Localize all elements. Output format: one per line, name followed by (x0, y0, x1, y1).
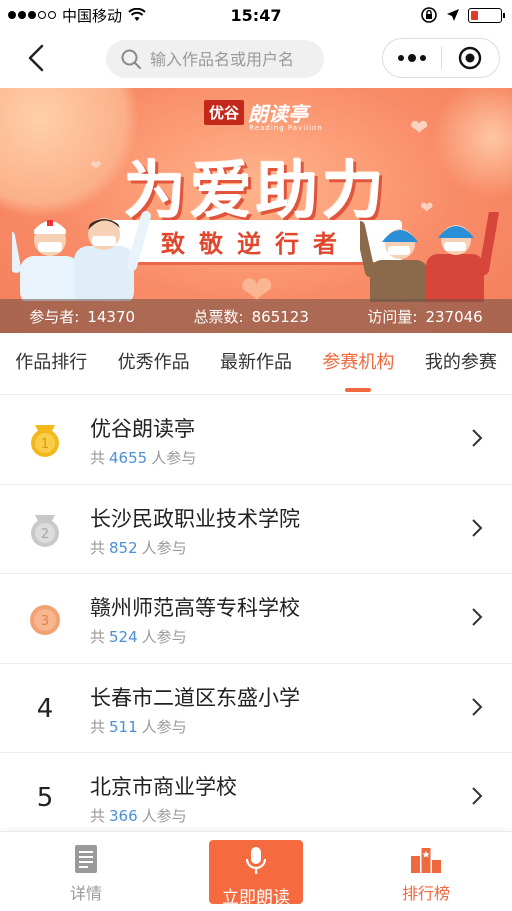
ranking-button[interactable]: 排行榜 (376, 844, 476, 904)
organization-row[interactable]: 1 优谷朗读亭 共 4655 人参与 (0, 395, 512, 485)
count-suffix: 人参与 (141, 538, 187, 557)
rank-number: 5 (36, 783, 54, 813)
campaign-banner[interactable]: ❤ ❤ ❤ ❤ 优谷 朗读亭 Reading Pavilion 为爱助力 致敬逆… (0, 88, 512, 333)
battery-icon (468, 7, 505, 23)
organization-row[interactable]: 3 赣州师范高等专科学校 共 524 人参与 (0, 574, 512, 664)
tab-participating-orgs[interactable]: 参赛机构 (307, 333, 409, 394)
chevron-right-icon (472, 429, 483, 447)
count-number: 366 (109, 807, 138, 825)
count-suffix: 人参与 (141, 717, 187, 736)
tab-bar: 作品排行 优秀作品 最新作品 参赛机构 我的参赛 (0, 333, 512, 395)
organization-row[interactable]: 4 长春市二道区东盛小学 共 511 人参与 (0, 664, 512, 753)
worker-illustration (360, 212, 499, 302)
search-icon (121, 49, 141, 69)
chevron-right-icon (472, 518, 483, 537)
participant-count: 共 366 人参与 (90, 805, 187, 826)
organization-name: 优谷朗读亭 (90, 417, 195, 441)
count-suffix: 人参与 (151, 449, 197, 467)
brand-logo: 优谷 朗读亭 Reading Pavilion (0, 98, 512, 132)
chevron-right-icon (472, 697, 483, 716)
target-close-icon (459, 46, 482, 70)
brand-subtitle: Reading Pavilion (249, 124, 323, 132)
stat-label: 参与者: (29, 307, 80, 326)
record-now-label: 立即朗读 (222, 888, 290, 908)
tab-work-ranking[interactable]: 作品排行 (0, 333, 102, 394)
organization-name: 赣州师范高等专科学校 (90, 596, 300, 620)
stat-label: 总票数: (193, 307, 244, 326)
stat-votes: 总票数: 865123 (194, 306, 309, 327)
organization-list: 1 优谷朗读亭 共 4655 人参与 2 长沙民政职业技术学院 共 852 人参与 3 … (0, 395, 512, 843)
stat-value: 14370 (87, 307, 136, 326)
count-prefix: 共 (90, 717, 106, 736)
search-bar[interactable] (106, 40, 324, 78)
doctor-illustration (12, 211, 151, 301)
search-input[interactable] (150, 49, 310, 69)
stat-participants: 参与者: 14370 (29, 306, 135, 327)
count-prefix: 共 (90, 628, 106, 646)
bronze-medal-icon: 3 (30, 605, 60, 635)
count-number: 511 (109, 717, 138, 736)
details-label: 详情 (69, 884, 102, 903)
tab-excellent-works[interactable]: 优秀作品 (102, 333, 204, 394)
count-prefix: 共 (90, 807, 106, 825)
count-prefix: 共 (90, 538, 106, 557)
organization-row[interactable]: 2 长沙民政职业技术学院 共 852 人参与 (0, 485, 512, 574)
medal-rank: 3 (41, 614, 49, 629)
nav-bar (0, 30, 512, 88)
participant-count: 共 852 人参与 (90, 537, 187, 558)
gold-medal-icon: 1 (31, 425, 59, 457)
medal-rank: 2 (41, 527, 49, 542)
close-miniprogram-button[interactable] (442, 39, 500, 77)
stat-visits: 访问量: 237046 (367, 306, 482, 327)
count-prefix: 共 (90, 449, 106, 467)
brand-name: 朗读亭 (248, 102, 308, 126)
stat-value: 237046 (425, 307, 483, 326)
participant-count: 共 524 人参与 (90, 626, 187, 647)
document-icon (75, 845, 97, 873)
brand-tag: 优谷 (203, 100, 244, 125)
silver-medal-icon: 2 (31, 514, 59, 547)
ranking-label: 排行榜 (401, 884, 450, 903)
count-number: 852 (109, 538, 138, 557)
medal-rank: 1 (41, 437, 49, 452)
bottom-action-bar: 详情 立即朗读 排行榜 (0, 831, 512, 911)
location-icon (447, 9, 459, 21)
participant-count: 共 511 人参与 (90, 716, 187, 737)
count-number: 524 (109, 628, 138, 646)
miniprogram-capsule (382, 38, 500, 78)
microphone-icon (245, 847, 267, 874)
details-button[interactable]: 详情 (36, 844, 136, 904)
rank-number: 4 (36, 693, 54, 724)
count-suffix: 人参与 (141, 807, 187, 825)
chevron-right-icon (472, 608, 483, 626)
banner-stats: 参与者: 14370 总票数: 865123 访问量: 237046 (0, 299, 512, 333)
count-suffix: 人参与 (141, 628, 187, 646)
organization-row[interactable]: 5 北京市商业学校 共 366 人参与 (0, 753, 512, 843)
status-bar: 中国移动 15:47 (0, 0, 512, 30)
record-now-button[interactable]: 立即朗读 (209, 840, 303, 908)
stat-value: 865123 (251, 307, 309, 326)
tab-my-entries[interactable]: 我的参赛 (410, 333, 512, 394)
leaderboard-icon (411, 848, 441, 873)
back-arrow-icon[interactable] (22, 42, 54, 74)
organization-name: 北京市商业学校 (90, 775, 237, 799)
organization-name: 长春市二道区东盛小学 (90, 685, 300, 710)
participant-count: 共 4655 人参与 (90, 447, 196, 468)
more-menu-button[interactable] (383, 39, 441, 77)
tab-latest-works[interactable]: 最新作品 (205, 333, 307, 394)
organization-name: 长沙民政职业技术学院 (90, 506, 300, 531)
status-right (420, 6, 505, 24)
chevron-right-icon (472, 787, 483, 805)
stat-label: 访问量: (367, 307, 418, 326)
count-number: 4655 (109, 449, 148, 467)
rotation-lock-icon (421, 7, 437, 23)
